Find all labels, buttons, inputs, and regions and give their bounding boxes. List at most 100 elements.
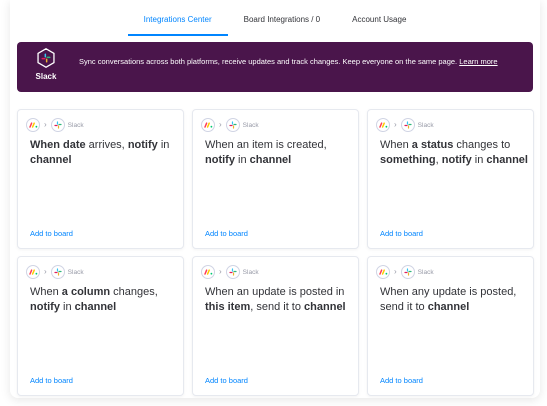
chevron-right-icon: › (44, 120, 47, 129)
chevron-right-icon: › (219, 120, 222, 129)
recipe-sentence: When date arrives, notify in channel (30, 138, 178, 168)
recipe-card[interactable]: › Slack When an item is created, notify in… (192, 109, 359, 249)
tab-board-integrations[interactable]: Board Integrations / 0 (228, 0, 337, 36)
card-app-name: Slack (417, 268, 434, 276)
recipe-sentence-part: When an item is created, (205, 139, 327, 151)
monday-logo-badge (376, 265, 390, 279)
recipe-sentence-part: channel (486, 154, 528, 166)
recipe-sentence-part: When an update is posted in (205, 286, 345, 298)
monday-logo-icon (28, 122, 37, 128)
recipe-sentence-part: channel (74, 301, 117, 313)
add-to-board-link[interactable]: Add to board (205, 229, 248, 238)
card-app-name: Slack (242, 268, 259, 276)
monday-logo-badge (376, 118, 390, 132)
recipe-sentence: When an item is created, notify in chann… (205, 138, 353, 168)
slack-logo-icon (404, 268, 412, 276)
card-app-flow: › Slack (201, 265, 259, 279)
recipe-sentence-part: changes, (110, 286, 158, 298)
recipe-card[interactable]: › Slack When any update is posted, send it… (367, 256, 534, 396)
recipe-sentence-part: , send it to (250, 301, 305, 313)
card-app-flow: › Slack (201, 118, 259, 132)
recipe-sentence-part: channel (249, 154, 292, 166)
recipe-sentence-part: When (30, 139, 63, 151)
recipe-sentence-part: something (380, 154, 436, 166)
recipe-sentence-part: notify (30, 301, 60, 313)
recipe-sentence: When a status changes to something, noti… (380, 138, 528, 168)
slack-logo-badge (50, 118, 65, 132)
recipe-card[interactable]: › Slack When a status changes to something… (367, 109, 534, 249)
recipe-sentence-part: When (30, 286, 62, 298)
chevron-right-icon: › (219, 267, 222, 276)
card-app-flow: › Slack (26, 118, 84, 132)
recipe-sentence-part: channel (427, 301, 470, 313)
recipe-card[interactable]: › Slack When an update is posted in this i… (192, 256, 359, 396)
monday-logo-icon (378, 122, 387, 128)
slack-logo-icon (41, 53, 51, 63)
chevron-right-icon: › (394, 120, 397, 129)
monday-logo-icon (203, 122, 212, 128)
slack-logo-icon (54, 268, 62, 276)
add-to-board-link[interactable]: Add to board (30, 229, 73, 238)
recipe-sentence-part: notify (127, 139, 158, 151)
slack-logo-badge (50, 265, 65, 279)
banner-description: Sync conversations across both platforms… (79, 56, 523, 67)
slack-logo-badge (400, 265, 415, 279)
recipe-sentence: When a column changes, notify in channel (30, 285, 178, 315)
slack-logo-badge (225, 118, 240, 132)
banner-slack-logo: Slack (29, 48, 63, 88)
add-to-board-link[interactable]: Add to board (30, 376, 73, 385)
integrations-panel: Integrations Center Board Integrations /… (10, 0, 540, 398)
slack-logo-icon (54, 121, 62, 129)
recipe-sentence-part: in (471, 154, 487, 166)
monday-logo-badge (201, 265, 215, 279)
recipe-sentence: When an update is posted in this item, s… (205, 285, 353, 315)
add-to-board-link[interactable]: Add to board (380, 376, 423, 385)
recipe-card[interactable]: › Slack When a column changes, notify in c… (17, 256, 184, 396)
slack-logo-badge (400, 118, 415, 132)
card-app-name: Slack (67, 268, 84, 276)
slack-banner: Slack Sync conversations across both pla… (17, 42, 533, 92)
card-app-flow: › Slack (376, 265, 434, 279)
recipe-sentence: When any update is posted, send it to ch… (380, 285, 528, 315)
chevron-right-icon: › (394, 267, 397, 276)
recipe-sentence-part: in (59, 301, 75, 313)
recipe-sentence-part: channel (304, 301, 346, 313)
monday-logo-badge (26, 265, 40, 279)
learn-more-link[interactable]: Learn more (459, 57, 497, 66)
banner-description-text: Sync conversations across both platforms… (79, 57, 458, 66)
recipe-card[interactable]: › Slack When date arrives, notify in chann… (17, 109, 184, 249)
chevron-right-icon: › (44, 267, 47, 276)
recipe-sentence-part: changes to (453, 139, 511, 151)
slack-logo-badge (225, 265, 240, 279)
slack-logo-icon (404, 121, 412, 129)
tab-account-usage[interactable]: Account Usage (336, 0, 422, 36)
recipe-sentence-part: a column (61, 286, 111, 298)
recipe-sentence-part: channel (30, 154, 72, 166)
tab-bar: Integrations Center Board Integrations /… (10, 0, 540, 36)
recipe-sentence-part: arrives, (85, 139, 128, 151)
recipe-sentence-part: notify (205, 154, 235, 166)
card-app-flow: › Slack (376, 118, 434, 132)
recipe-sentence-part: notify (441, 154, 472, 166)
recipe-sentence-part: in (234, 154, 250, 166)
add-to-board-link[interactable]: Add to board (205, 376, 248, 385)
monday-logo-badge (26, 118, 40, 132)
card-app-flow: › Slack (26, 265, 84, 279)
slack-logo-icon (229, 268, 237, 276)
recipe-sentence-part: a status (411, 139, 454, 151)
card-app-name: Slack (242, 121, 259, 129)
recipe-sentence-part: in (157, 139, 170, 151)
monday-logo-icon (28, 269, 37, 275)
recipe-sentence-part: date (63, 139, 86, 151)
monday-logo-icon (378, 269, 387, 275)
monday-logo-icon (203, 269, 212, 275)
slack-logo-icon (229, 121, 237, 129)
monday-logo-badge (201, 118, 215, 132)
card-app-name: Slack (67, 121, 84, 129)
card-app-name: Slack (417, 121, 434, 129)
add-to-board-link[interactable]: Add to board (380, 229, 423, 238)
recipe-sentence-part: When (380, 139, 412, 151)
tab-integrations-center[interactable]: Integrations Center (127, 0, 228, 36)
banner-app-name: Slack (35, 72, 57, 81)
recipe-sentence-part: this item (205, 301, 251, 313)
